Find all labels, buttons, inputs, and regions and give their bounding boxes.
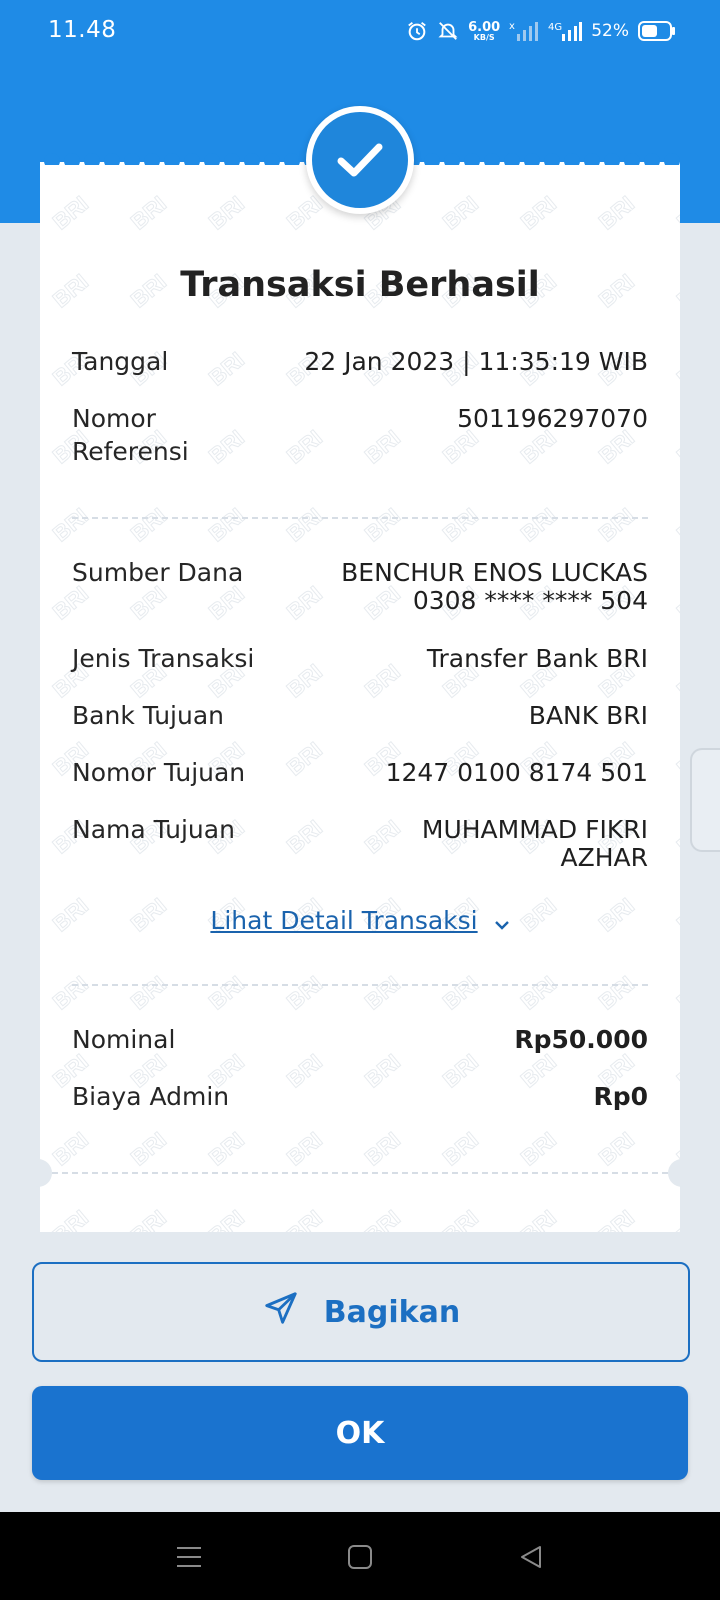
page-title: Transaksi Berhasil [180,265,540,305]
ok-button-label: OK [335,1415,385,1451]
row-tanggal: Tanggal 22 Jan 2023 | 11:35:19 WIB [72,348,648,376]
row-label: Bank Tujuan [72,701,225,730]
row-value: 22 Jan 2023 | 11:35:19 WIB [304,347,648,376]
row-biaya-admin: Biaya Admin Rp0 [72,1083,648,1111]
row-label: Nomor Referensi [72,404,189,466]
row-nomor-referensi: Nomor Referensi 501196297070 [72,404,648,468]
alarm-icon [406,20,428,42]
svg-text:x: x [509,21,515,32]
detail-transaksi-link-row: Lihat Detail Transaksi [40,906,680,937]
back-icon[interactable] [518,1544,544,1574]
row-value: Rp0 [593,1082,648,1111]
receipt-notch [24,1159,52,1187]
row-label: Nama Tujuan [72,815,235,844]
net-speed: 6.00 KB/S [468,19,501,42]
status-icons: 6.00 KB/S x 4G 52% [406,16,676,46]
row-value: BANK BRI [528,701,648,730]
row-nominal: Nominal Rp50.000 [72,1026,648,1054]
send-icon [262,1289,300,1335]
chevron-down-icon[interactable] [494,908,510,937]
row-value: MUHAMMAD FIKRI AZHAR [421,815,648,872]
row-label: Biaya Admin [72,1082,230,1111]
row-label: Tanggal [72,347,169,376]
row-label: Nomor Tujuan [72,758,246,787]
share-button[interactable]: Bagikan [32,1262,690,1362]
signal-icon: x [509,20,539,42]
receipt-card: Transaksi Berhasil Tanggal 22 Jan 2023 |… [24,153,696,1232]
row-value: BENCHUR ENOS LUCKAS 0308 **** **** 504 [341,558,648,615]
divider [52,1172,668,1174]
divider [72,984,648,986]
menu-icon[interactable] [176,1544,202,1574]
row-value: Rp50.000 [514,1025,648,1054]
row-nomor-tujuan: Nomor Tujuan 1247 0100 8174 501 [72,759,648,787]
status-bar: 11.48 6.00 KB/S x 4G 52% [0,0,720,62]
system-nav-bar [0,1512,720,1600]
success-badge [306,106,414,214]
row-value: 501196297070 [457,404,648,433]
divider [72,517,648,519]
row-label: Jenis Transaksi [72,644,255,673]
check-icon [312,112,408,208]
status-time: 11.48 [48,17,117,43]
row-label: Nominal [72,1025,176,1054]
row-value: Transfer Bank BRI [426,644,648,673]
receipt-notch [668,1159,696,1187]
share-button-label: Bagikan [323,1294,461,1330]
ok-button[interactable]: OK [32,1386,688,1480]
row-bank-tujuan: Bank Tujuan BANK BRI [72,702,648,730]
svg-text:4G: 4G [548,22,562,33]
row-value: 1247 0100 8174 501 [385,758,648,787]
row-nama-tujuan: Nama Tujuan MUHAMMAD FIKRI AZHAR [72,816,648,872]
detail-transaksi-link[interactable]: Lihat Detail Transaksi [210,906,477,935]
mute-icon [437,20,459,42]
battery-icon [638,21,676,41]
battery-percent: 52% [591,21,629,41]
signal-4g-icon: 4G [548,20,583,42]
side-panel-handle[interactable] [690,748,720,852]
row-sumber-dana: Sumber Dana BENCHUR ENOS LUCKAS 0308 ***… [72,559,648,615]
row-label: Sumber Dana [72,558,244,587]
row-jenis-transaksi: Jenis Transaksi Transfer Bank BRI [72,645,648,673]
home-icon[interactable] [347,1544,373,1574]
